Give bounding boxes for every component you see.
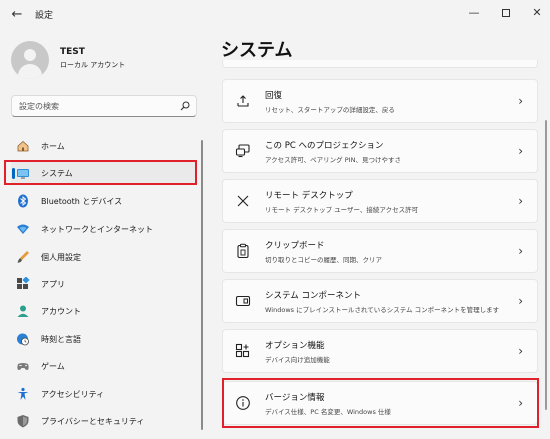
- account-type: ローカル アカウント: [60, 61, 126, 69]
- card-subtitle: Windows にプレインストールされているシステム コンポーネントを管理します: [265, 306, 500, 314]
- home-icon: [16, 139, 30, 153]
- chevron-right-icon: ›: [518, 244, 523, 258]
- clock-globe-icon: [16, 332, 30, 346]
- chevron-right-icon: ›: [518, 94, 523, 108]
- page-title: システム: [221, 40, 293, 61]
- search-placeholder: 設定の検索: [19, 102, 59, 111]
- chevron-right-icon: ›: [518, 294, 523, 308]
- settings-card-projection[interactable]: この PC へのプロジェクション アクセス許可、ペアリング PIN、見つけやすさ…: [222, 129, 538, 173]
- card-title: システム コンポーネント: [265, 291, 361, 301]
- sidebar-item-label: ネットワークとインターネット: [41, 225, 153, 234]
- sidebar-item-privacy[interactable]: プライバシーとセキュリティ: [11, 409, 197, 433]
- about-highlight-box: [222, 378, 539, 428]
- maximize-icon: [502, 9, 510, 17]
- optional-features-icon: [235, 343, 250, 358]
- sidebar-item-label: ゲーム: [41, 362, 65, 371]
- card-subtitle: デバイス向け追加機能: [265, 356, 330, 364]
- apps-icon: [16, 276, 30, 291]
- search-icon: [180, 101, 190, 111]
- gamepad-icon: [16, 359, 30, 373]
- avatar-head: [24, 49, 36, 61]
- sidebar-item-label: 個人用設定: [41, 253, 81, 262]
- sidebar-item-apps[interactable]: アプリ: [11, 272, 197, 296]
- brush-icon: [16, 250, 30, 264]
- card-subtitle: リセット、スタートアップの詳細設定、戻る: [265, 106, 395, 114]
- settings-card-clipboard[interactable]: クリップボード 切り取りとコピーの履歴、同期、クリア ›: [222, 229, 538, 273]
- sidebar-item-label: プライバシーとセキュリティ: [41, 417, 145, 426]
- search-input[interactable]: 設定の検索: [11, 95, 197, 117]
- title-bar: ← 設定 — ✕: [0, 0, 550, 30]
- recovery-icon: [237, 95, 249, 107]
- accessibility-icon: [16, 387, 30, 401]
- sidebar-item-bluetooth[interactable]: Bluetooth とデバイス: [11, 189, 197, 213]
- account-icon: [16, 304, 30, 318]
- sidebar-item-accounts[interactable]: アカウント: [11, 299, 197, 323]
- settings-card-optional-features[interactable]: オプション機能 デバイス向け追加機能 ›: [222, 329, 538, 373]
- back-arrow-icon[interactable]: ←: [8, 6, 26, 24]
- sidebar-item-network[interactable]: ネットワークとインターネット: [11, 217, 197, 241]
- chevron-right-icon: ›: [518, 344, 523, 358]
- sidebar-item-label: ホーム: [41, 142, 65, 151]
- network-icon: [16, 222, 30, 236]
- card-title: この PC へのプロジェクション: [265, 141, 384, 151]
- card-subtitle: アクセス許可、ペアリング PIN、見つけやすさ: [265, 156, 401, 164]
- card-title: オプション機能: [265, 341, 325, 351]
- sidebar-item-label: アプリ: [41, 280, 65, 289]
- bluetooth-icon: [16, 194, 30, 208]
- shield-icon: [16, 414, 30, 428]
- sidebar-item-label: 時刻と言語: [41, 335, 81, 344]
- sidebar-item-personalization[interactable]: 個人用設定: [11, 245, 197, 269]
- sidebar-item-label: Bluetooth とデバイス: [41, 197, 123, 206]
- chevron-right-icon: ›: [518, 194, 523, 208]
- user-name: TEST: [60, 47, 85, 57]
- card-title: 回復: [265, 91, 283, 101]
- sidebar-item-label: アクセシビリティ: [41, 390, 105, 399]
- settings-card-remote-desktop[interactable]: リモート デスクトップ リモート デスクトップ ユーザー、接続アクセス許可 ›: [222, 179, 538, 223]
- card-title: リモート デスクトップ: [265, 191, 353, 201]
- sidebar-item-label: アカウント: [41, 307, 81, 316]
- sidebar-item-gaming[interactable]: ゲーム: [11, 354, 197, 378]
- card-title: クリップボード: [265, 241, 325, 251]
- card-subtitle: リモート デスクトップ ユーザー、接続アクセス許可: [265, 206, 419, 214]
- minimize-button[interactable]: —: [463, 3, 485, 23]
- system-components-icon: [235, 295, 251, 307]
- chevron-right-icon: ›: [518, 144, 523, 158]
- system-highlight-box: [4, 160, 197, 185]
- clipboard-icon: [237, 243, 249, 259]
- close-button[interactable]: ✕: [526, 3, 548, 23]
- sidebar-item-home[interactable]: ホーム: [11, 134, 197, 158]
- remote-desktop-icon: [237, 195, 249, 207]
- projection-icon: [235, 144, 250, 158]
- sidebar-item-time-language[interactable]: 時刻と言語: [11, 327, 197, 351]
- settings-card-recovery[interactable]: 回復 リセット、スタートアップの詳細設定、戻る ›: [222, 79, 538, 123]
- card-subtitle: 切り取りとコピーの履歴、同期、クリア: [265, 256, 382, 264]
- avatar[interactable]: [11, 41, 49, 79]
- sidebar-scrollbar[interactable]: [201, 140, 203, 430]
- main-scrollbar[interactable]: [545, 120, 547, 410]
- sidebar-item-accessibility[interactable]: アクセシビリティ: [11, 382, 197, 406]
- avatar-body: [18, 64, 42, 79]
- settings-card-system-components[interactable]: システム コンポーネント Windows にプレインストールされているシステム …: [222, 279, 538, 323]
- window-title: 設定: [35, 11, 54, 21]
- previous-card-edge: [222, 60, 538, 68]
- maximize-button[interactable]: [495, 3, 517, 23]
